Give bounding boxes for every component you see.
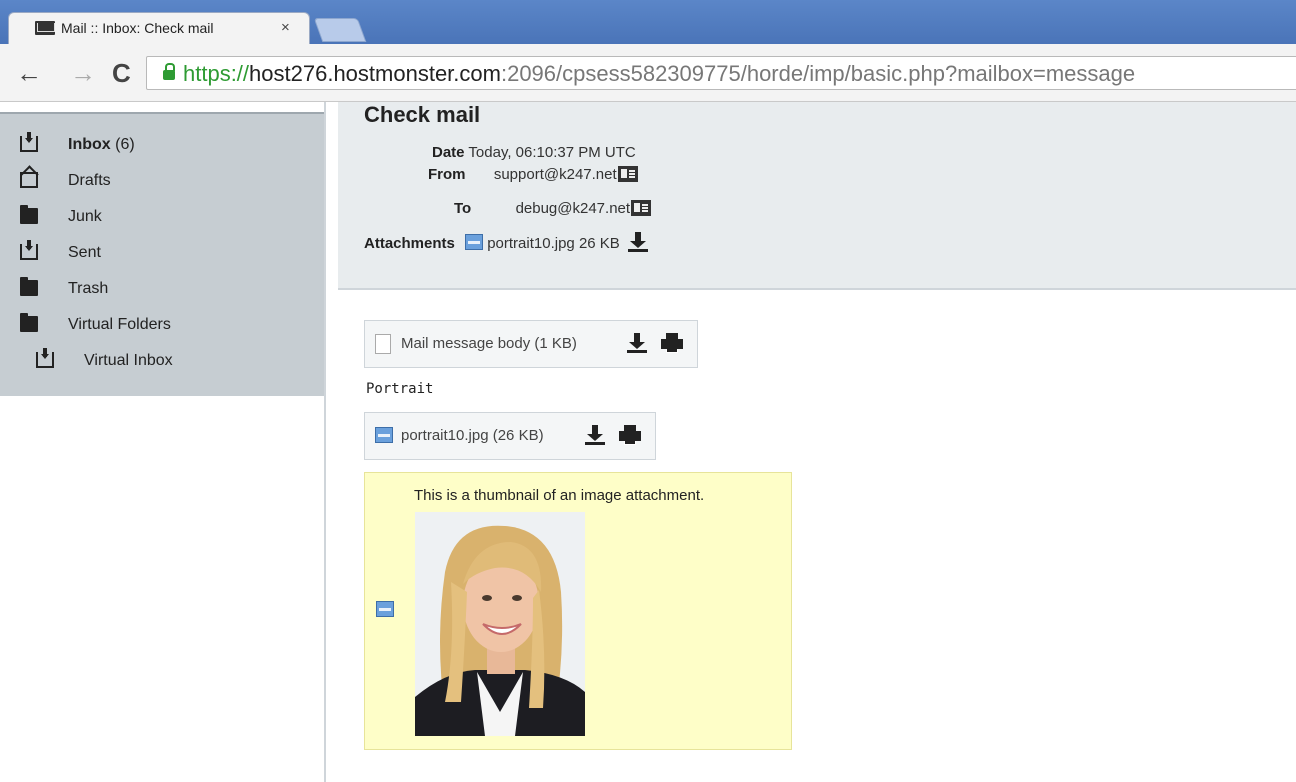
folder-list: Inbox (6) Drafts Junk Sent Trash Virtual… (0, 112, 324, 396)
add-contact-icon[interactable] (617, 166, 638, 182)
folder-icon (20, 205, 38, 224)
part-label: Mail message body (1 KB) (401, 335, 577, 352)
from-label: From (428, 166, 466, 183)
to-address[interactable]: debug@k247.net (516, 200, 631, 217)
message-view: Check mail Date Today, 06:10:37 PM UTC F… (338, 102, 1296, 782)
drafts-icon (20, 172, 38, 188)
url-protocol: https:// (183, 61, 250, 86)
attachment-size: 26 KB (578, 235, 620, 252)
inbox-icon (36, 348, 54, 368)
from-address[interactable]: support@k247.net (494, 166, 617, 183)
inbox-label: Inbox (68, 136, 111, 153)
message-headers: Check mail Date Today, 06:10:37 PM UTC F… (338, 102, 1296, 290)
browser-tab-bar: Mail :: Inbox: Check mail × (0, 0, 1296, 44)
image-file-icon (376, 601, 394, 617)
to-row: To debug@k247.net (454, 200, 652, 217)
tab-close-button[interactable]: × (281, 19, 290, 36)
url-path: :2096/cpsess582309775/horde/imp/basic.ph… (500, 61, 1136, 86)
sidebar-item-label: Junk (68, 208, 102, 225)
download-icon[interactable] (627, 232, 648, 252)
sidebar-item-label: Sent (68, 244, 101, 261)
sidebar-item-label: Virtual Inbox (84, 352, 173, 369)
sidebar-item-label: Virtual Folders (68, 316, 171, 333)
sidebar-item-label: Drafts (68, 172, 111, 189)
print-icon[interactable] (661, 333, 683, 353)
message-subject: Check mail (364, 102, 481, 127)
mail-icon (35, 21, 55, 35)
download-icon[interactable] (627, 333, 647, 353)
folder-icon (20, 313, 38, 332)
date-value: Today, 06:10:37 PM UTC (468, 144, 636, 161)
message-text: Portrait (366, 381, 434, 397)
thumbnail-caption: This is a thumbnail of an image attachme… (414, 487, 705, 504)
reload-button[interactable]: C (112, 58, 131, 89)
part-label: portrait10.jpg (26 KB) (401, 427, 544, 444)
inbox-count: (6) (115, 136, 135, 153)
back-button[interactable]: ← (16, 58, 42, 89)
folder-icon (20, 277, 38, 296)
mime-part-image: portrait10.jpg (26 KB) (364, 412, 656, 460)
add-contact-icon[interactable] (631, 200, 652, 216)
browser-toolbar: ← → C https://host276.hostmonster.com:20… (0, 44, 1296, 102)
image-file-icon (465, 234, 484, 250)
doc-icon (375, 334, 391, 354)
url-host: host276.hostmonster.com (249, 61, 501, 86)
date-label: Date (432, 144, 465, 161)
inbox-icon (20, 240, 38, 260)
attachments-label: Attachments (364, 235, 455, 252)
forward-button[interactable]: → (70, 58, 96, 89)
from-row: From support@k247.net (428, 166, 638, 183)
attachments-row: Attachments portrait10.jpg 26 KB (364, 232, 648, 252)
folder-sidebar: Inbox (6) Drafts Junk Sent Trash Virtual… (0, 102, 326, 782)
portrait-photo[interactable] (415, 512, 585, 736)
image-thumbnail-panel: This is a thumbnail of an image attachme… (364, 472, 792, 750)
lock-icon (163, 63, 175, 80)
tab-title: Mail :: Inbox: Check mail (61, 20, 214, 36)
inbox-icon (20, 132, 38, 152)
sidebar-item-label: Inbox (6) (68, 136, 135, 154)
mime-part-body: Mail message body (1 KB) (364, 320, 698, 368)
attachment-link[interactable]: portrait10.jpg (487, 235, 575, 252)
new-tab-button[interactable] (313, 18, 367, 42)
print-icon[interactable] (619, 425, 641, 445)
portrait-image (415, 512, 585, 736)
date-row: Date Today, 06:10:37 PM UTC (432, 144, 636, 161)
url-text[interactable]: https://host276.hostmonster.com:2096/cps… (183, 61, 1135, 87)
browser-tab[interactable]: Mail :: Inbox: Check mail × (8, 12, 310, 44)
image-file-icon (375, 427, 393, 443)
sidebar-item-label: Trash (68, 280, 109, 297)
address-bar[interactable]: https://host276.hostmonster.com:2096/cps… (146, 56, 1296, 90)
download-icon[interactable] (585, 425, 605, 445)
to-label: To (454, 200, 472, 217)
